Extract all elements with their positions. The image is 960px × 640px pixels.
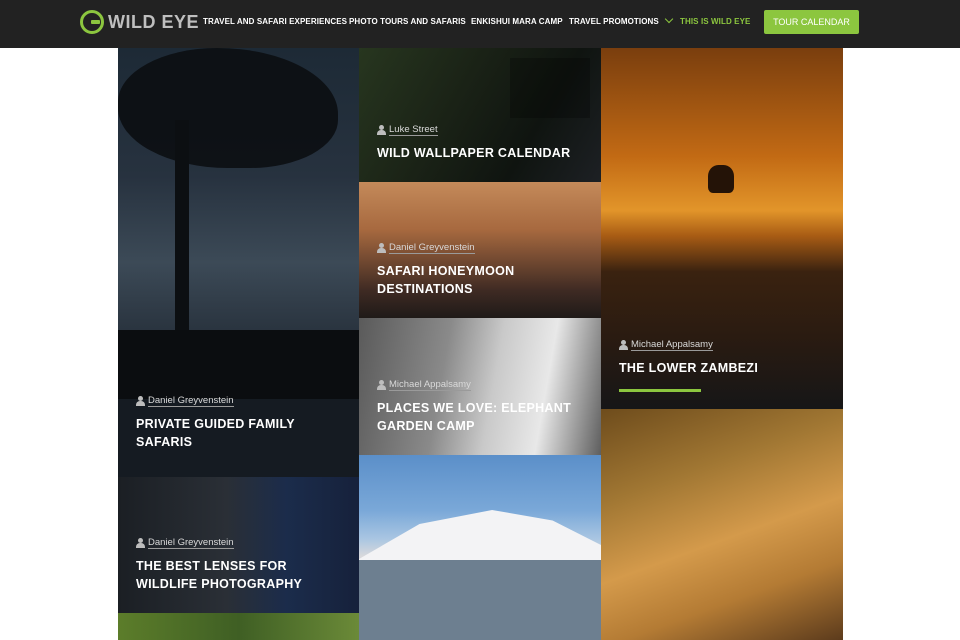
card-title[interactable]: PLACES WE LOVE: ELEPHANT GARDEN CAMP	[377, 399, 583, 435]
nav-item-photo-tours[interactable]: PHOTO TOURS AND SAFARIS	[349, 17, 466, 26]
author-name[interactable]: Daniel Greyvenstein	[389, 242, 475, 254]
card-overlay: Daniel Greyvenstein THE BEST LENSES FOR …	[118, 537, 359, 593]
logo-icon	[80, 10, 104, 34]
user-icon	[619, 340, 628, 350]
card-title[interactable]: THE LOWER ZAMBEZI	[619, 359, 825, 377]
author-name[interactable]: Michael Appalsamy	[631, 339, 713, 351]
article-card-best-lenses[interactable]: Daniel Greyvenstein THE BEST LENSES FOR …	[118, 477, 359, 613]
article-card-family-safaris[interactable]: Daniel Greyvenstein PRIVATE GUIDED FAMIL…	[118, 48, 359, 477]
article-card-honeymoon[interactable]: Daniel Greyvenstein SAFARI HONEYMOON DES…	[359, 182, 601, 318]
tour-calendar-button[interactable]: TOUR CALENDAR	[764, 10, 859, 34]
chevron-down-icon[interactable]	[664, 14, 674, 24]
card-author[interactable]: Daniel Greyvenstein	[136, 537, 341, 549]
article-card-lions[interactable]	[601, 409, 843, 640]
mountain-base-image	[359, 560, 601, 640]
card-overlay: Michael Appalsamy PLACES WE LOVE: ELEPHA…	[359, 379, 601, 435]
card-overlay: Luke Street WILD WALLPAPER CALENDAR	[359, 124, 601, 162]
card-author[interactable]: Luke Street	[377, 124, 583, 136]
article-card-wallpaper-calendar[interactable]: Luke Street WILD WALLPAPER CALENDAR	[359, 48, 601, 182]
article-card-kilimanjaro[interactable]	[359, 455, 601, 640]
logo-text: WILD EYE	[108, 11, 200, 32]
antelope-image	[708, 165, 734, 193]
tree-image	[118, 48, 338, 168]
author-name[interactable]: Luke Street	[389, 124, 438, 136]
user-icon	[377, 380, 386, 390]
title-underline	[619, 389, 701, 392]
card-title[interactable]: WILD WALLPAPER CALENDAR	[377, 144, 583, 162]
author-name[interactable]: Daniel Greyvenstein	[148, 395, 234, 407]
user-icon	[136, 396, 145, 406]
card-title[interactable]: PRIVATE GUIDED FAMILY SAFARIS	[136, 415, 341, 451]
card-author[interactable]: Michael Appalsamy	[619, 339, 825, 351]
nav-item-enkishui-camp[interactable]: ENKISHUI MARA CAMP	[471, 17, 563, 26]
article-card-partial[interactable]	[118, 613, 359, 640]
card-author[interactable]: Daniel Greyvenstein	[136, 395, 341, 407]
card-overlay: Michael Appalsamy THE LOWER ZAMBEZI	[601, 339, 843, 392]
nav-item-this-is-wild-eye[interactable]: THIS IS WILD EYE	[680, 17, 751, 26]
nav-item-travel-promotions[interactable]: TRAVEL PROMOTIONS	[569, 17, 659, 26]
calendar-image	[510, 58, 590, 118]
user-icon	[377, 243, 386, 253]
author-name[interactable]: Daniel Greyvenstein	[148, 537, 234, 549]
nav-item-travel-safari[interactable]: TRAVEL AND SAFARI EXPERIENCES	[203, 17, 347, 26]
user-icon	[136, 538, 145, 548]
card-author[interactable]: Michael Appalsamy	[377, 379, 583, 391]
card-author[interactable]: Daniel Greyvenstein	[377, 242, 583, 254]
card-overlay: Daniel Greyvenstein SAFARI HONEYMOON DES…	[359, 242, 601, 298]
card-overlay: Daniel Greyvenstein PRIVATE GUIDED FAMIL…	[118, 395, 359, 477]
article-card-elephant-garden[interactable]: Michael Appalsamy PLACES WE LOVE: ELEPHA…	[359, 318, 601, 455]
card-title[interactable]: THE BEST LENSES FOR WILDLIFE PHOTOGRAPHY	[136, 557, 341, 593]
card-title[interactable]: SAFARI HONEYMOON DESTINATIONS	[377, 262, 583, 298]
article-card-lower-zambezi[interactable]: Michael Appalsamy THE LOWER ZAMBEZI	[601, 48, 843, 409]
site-header: WILD EYE TRAVEL AND SAFARI EXPERIENCES P…	[0, 0, 960, 48]
author-name[interactable]: Michael Appalsamy	[389, 379, 471, 391]
logo[interactable]: WILD EYE	[80, 9, 199, 35]
user-icon	[377, 125, 386, 135]
